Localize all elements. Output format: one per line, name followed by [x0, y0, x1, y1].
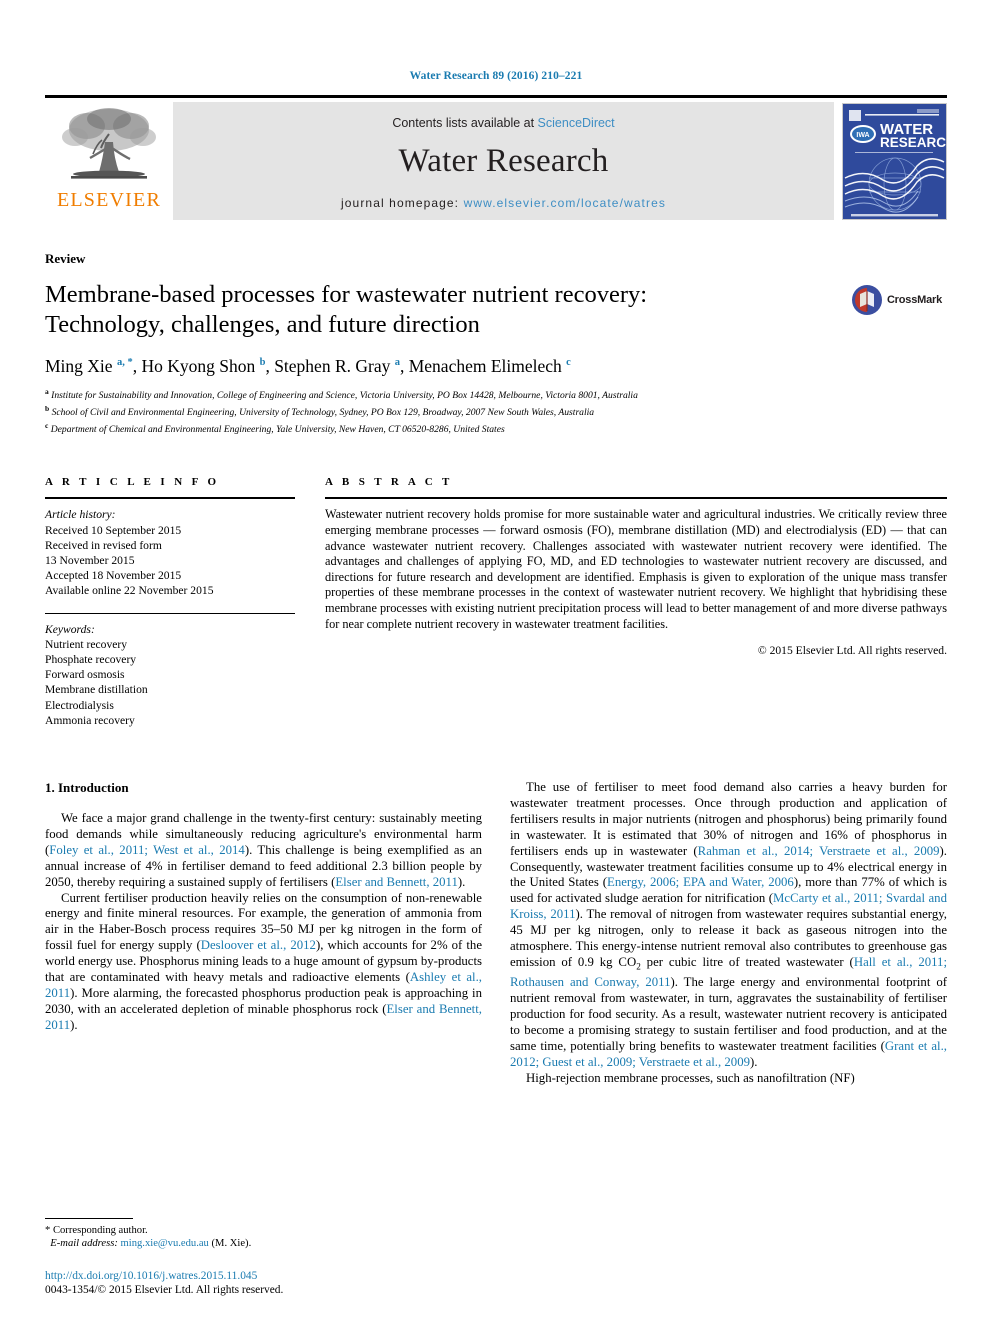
journal-masthead: ELSEVIER Contents lists available at Sci…	[45, 95, 947, 226]
paragraph: Current fertiliser production heavily re…	[45, 890, 483, 1032]
body-column-right: The use of fertiliser to meet food deman…	[510, 780, 947, 1087]
paragraph: High-rejection membrane processes, such …	[526, 1070, 855, 1085]
title-row: Membrane-based processes for wastewater …	[45, 280, 947, 340]
history-item: Received in revised form	[45, 538, 162, 552]
journal-cover-thumbnail: IWA WATER RESEARCH	[842, 103, 947, 220]
keywords-label: Keywords:	[45, 622, 95, 636]
abstract-column: A B S T R A C T Wastewater nutrient reco…	[325, 476, 947, 728]
footnote-block: * Corresponding author. E-mail address: …	[45, 1217, 475, 1251]
abstract-text: Wastewater nutrient recovery holds promi…	[325, 507, 947, 631]
affiliation-item: a Institute for Sustainability and Innov…	[45, 386, 947, 403]
footnote-divider	[45, 1217, 133, 1219]
section-heading-introduction: 1. Introduction	[45, 779, 129, 795]
homepage-url-link[interactable]: www.elsevier.com/locate/watres	[464, 196, 666, 210]
issn-copyright-line: 0043-1354/© 2015 Elsevier Ltd. All right…	[45, 1284, 284, 1296]
body-columns: 1. Introduction We face a major grand ch…	[45, 780, 947, 1087]
page-title: Membrane-based processes for wastewater …	[45, 281, 648, 338]
paragraph: The use of fertiliser to meet food deman…	[510, 779, 947, 1069]
svg-text:RESEARCH: RESEARCH	[880, 135, 946, 150]
footer-block: http://dx.doi.org/10.1016/j.watres.2015.…	[45, 1269, 505, 1297]
paragraph: We face a major grand challenge in the t…	[45, 810, 482, 889]
corresponding-author-note: * Corresponding author.	[45, 1224, 148, 1236]
article-page: Water Research 89 (2016) 210–221 ELSEVIE…	[0, 0, 992, 1323]
affiliation-item: b School of Civil and Environmental Engi…	[45, 403, 947, 420]
email-link[interactable]: ming.xie@vu.edu.au	[121, 1238, 209, 1249]
svg-text:IWA: IWA	[856, 132, 869, 139]
running-head: Water Research 89 (2016) 210–221	[409, 70, 583, 82]
contents-available-line: Contents lists available at ScienceDirec…	[392, 116, 614, 130]
keyword-item: Phosphate recovery	[45, 652, 137, 666]
keyword-item: Ammonia recovery	[45, 713, 135, 727]
article-info-column: A R T I C L E I N F O Article history: R…	[45, 476, 295, 728]
history-item: Accepted 18 November 2015	[45, 569, 182, 583]
abstract-copyright: © 2015 Elsevier Ltd. All rights reserved…	[757, 644, 947, 658]
crossmark-icon	[851, 285, 882, 315]
masthead-center: Contents lists available at ScienceDirec…	[173, 102, 834, 220]
affiliation-text: School of Civil and Environmental Engine…	[51, 406, 595, 418]
affiliation-marker: b	[45, 403, 50, 413]
affiliation-marker: c	[45, 420, 49, 430]
article-info-heading: A R T I C L E I N F O	[45, 476, 220, 489]
email-suffix: (M. Xie).	[211, 1238, 252, 1250]
history-item: 13 November 2015	[45, 553, 135, 567]
sciencedirect-link[interactable]: ScienceDirect	[538, 116, 615, 130]
article-type-label: Review	[45, 251, 86, 266]
crossmark-label: CrossMark	[886, 294, 942, 306]
cover-artwork: IWA WATER RESEARCH	[843, 104, 946, 219]
body-column-left: 1. Introduction We face a major grand ch…	[45, 780, 482, 1087]
homepage-prefix: journal homepage:	[341, 195, 464, 210]
keyword-item: Membrane distillation	[45, 683, 148, 697]
affiliation-list: a Institute for Sustainability and Innov…	[45, 386, 947, 436]
journal-homepage-line: journal homepage: www.elsevier.com/locat…	[341, 196, 666, 210]
abstract-heading: A B S T R A C T	[325, 476, 453, 489]
email-note: E-mail address: ming.xie@vu.edu.au (M. X…	[45, 1237, 475, 1251]
keyword-item: Electrodialysis	[45, 698, 114, 712]
crossmark-badge[interactable]: CrossMark	[851, 284, 942, 316]
history-item: Available online 22 November 2015	[45, 584, 214, 598]
divider	[45, 612, 295, 614]
email-label: E-mail address:	[50, 1238, 118, 1250]
elsevier-tree-icon	[62, 108, 156, 179]
history-item: Received 10 September 2015	[45, 523, 182, 537]
elsevier-wordmark: ELSEVIER	[56, 189, 162, 211]
keyword-item: Forward osmosis	[45, 668, 125, 682]
affiliation-text: Institute for Sustainability and Innovat…	[51, 390, 638, 402]
affiliation-text: Department of Chemical and Environmental…	[50, 423, 505, 435]
doi-link[interactable]: http://dx.doi.org/10.1016/j.watres.2015.…	[45, 1269, 505, 1283]
info-abstract-section: A R T I C L E I N F O Article history: R…	[45, 476, 947, 728]
divider	[45, 497, 295, 500]
affiliation-marker: a	[45, 387, 49, 396]
affiliation-item: c Department of Chemical and Environment…	[45, 420, 947, 437]
divider	[325, 497, 947, 500]
journal-title: Water Research	[398, 142, 609, 179]
article-history-label: Article history:	[45, 508, 116, 522]
author-list: Ming Xie a, *, Ho Kyong Shon b, Stephen …	[45, 356, 571, 376]
elsevier-logo: ELSEVIER	[45, 98, 173, 226]
contents-prefix: Contents lists available at	[392, 115, 538, 130]
keyword-item: Nutrient recovery	[45, 637, 128, 651]
